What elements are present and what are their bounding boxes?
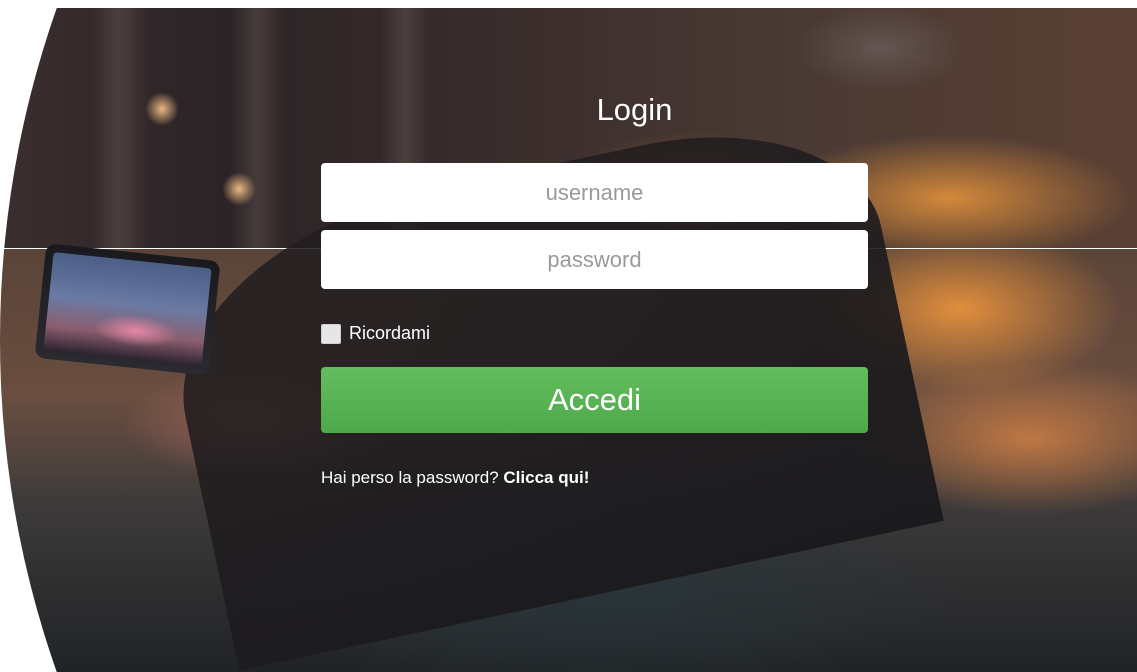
phone-image [34, 243, 221, 376]
password-input[interactable] [321, 230, 868, 289]
pillar-decoration [230, 8, 285, 248]
bokeh-light [222, 172, 256, 206]
username-input[interactable] [321, 163, 868, 222]
remember-label: Ricordami [349, 323, 431, 343]
login-page: Login Ricordami Accedi Hai perso la pass… [0, 0, 1137, 672]
forgot-password-link[interactable]: Clicca qui! [503, 468, 589, 487]
remember-me[interactable]: Ricordami [321, 323, 430, 344]
bokeh-light [145, 92, 179, 126]
login-button[interactable]: Accedi [321, 367, 868, 433]
pillar-decoration [90, 8, 150, 248]
phone-screen [43, 251, 212, 368]
remember-checkbox[interactable] [321, 323, 341, 344]
forgot-password-row: Hai perso la password? Clicca qui! [321, 468, 589, 488]
page-title: Login [596, 92, 673, 127]
forgot-password-text: Hai perso la password? [321, 468, 499, 487]
